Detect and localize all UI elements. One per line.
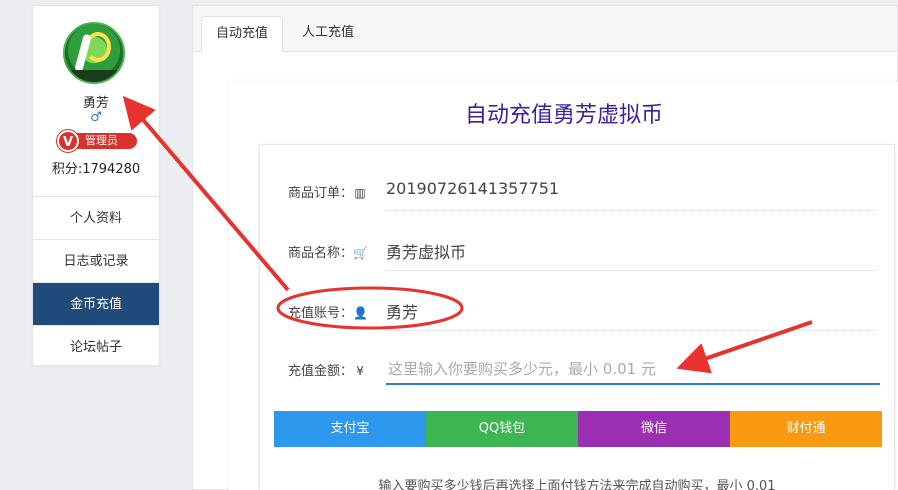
sidebar-menu: 个人资料 日志或记录 金币充值 论坛帖子 (33, 196, 159, 368)
alipay-button[interactable]: 支付宝 (274, 411, 426, 447)
account-field: 充值账号：👤 勇芳 (260, 291, 896, 331)
role-badge: V 管理员 (57, 130, 137, 152)
cart-icon: 🛒 (353, 246, 368, 260)
order-label: 商品订单： (288, 186, 354, 201)
account-label: 充值账号： (288, 306, 354, 321)
amount-label: 充值金额： (288, 364, 354, 379)
main-panel: 自动充值 人工充值 自动充值勇芳虚拟币 商品订单：▥ 2019072614135… (192, 5, 898, 490)
role-label: 管理员 (71, 133, 137, 149)
order-field: 商品订单：▥ 20190726141357751 (260, 171, 896, 211)
qq-wallet-button[interactable]: QQ钱包 (426, 411, 578, 447)
account-underline (386, 330, 876, 331)
payment-methods: 支付宝 QQ钱包 微信 财付通 (274, 411, 882, 447)
tenpay-button[interactable]: 财付通 (730, 411, 882, 447)
user-icon: 👤 (353, 306, 368, 320)
gender-icon: ♂ (90, 110, 102, 125)
username: 勇芳 (82, 96, 109, 111)
sidebar-item-profile[interactable]: 个人资料 (33, 196, 159, 239)
product-value: 勇芳虚拟币 (386, 243, 467, 262)
product-label: 商品名称： (288, 246, 354, 261)
order-underline (386, 210, 876, 211)
instruction-text: 输入要购买多少钱后再选择上面付钱方法来完成自动购买，最小 0.01 (378, 479, 776, 490)
yen-icon: ¥ (356, 364, 364, 378)
tab-manual-recharge[interactable]: 人工充值 (288, 16, 368, 53)
recharge-content: 自动充值勇芳虚拟币 商品订单：▥ 20190726141357751 商品名称：… (229, 82, 898, 490)
vip-v-icon: V (57, 130, 79, 152)
tab-bar: 自动充值 人工充值 (193, 6, 897, 53)
product-underline (386, 270, 876, 271)
points-display: 积分:1794280 (51, 162, 141, 177)
tab-auto-recharge[interactable]: 自动充值 (201, 16, 284, 53)
page-title: 自动充值勇芳虚拟币 (464, 103, 663, 128)
order-value: 20190726141357751 (386, 179, 560, 198)
account-value: 勇芳 (386, 303, 419, 322)
sidebar-item-recharge[interactable]: 金币充值 (33, 282, 159, 325)
user-sidebar: 勇芳 ♂ V 管理员 积分:1794280 个人资料 日志或记录 金币充值 论坛… (32, 5, 160, 366)
amount-field: 充值金额： ¥ (260, 349, 896, 389)
amount-input[interactable] (386, 355, 880, 385)
recharge-form: 商品订单：▥ 20190726141357751 商品名称：🛒 勇芳虚拟币 充值… (259, 144, 895, 490)
product-field: 商品名称：🛒 勇芳虚拟币 (260, 231, 896, 271)
sidebar-item-logs[interactable]: 日志或记录 (33, 239, 159, 282)
wechat-pay-button[interactable]: 微信 (578, 411, 730, 447)
sidebar-item-forum-posts[interactable]: 论坛帖子 (33, 325, 159, 368)
barcode-icon: ▥ (354, 186, 366, 200)
avatar[interactable] (63, 22, 125, 84)
